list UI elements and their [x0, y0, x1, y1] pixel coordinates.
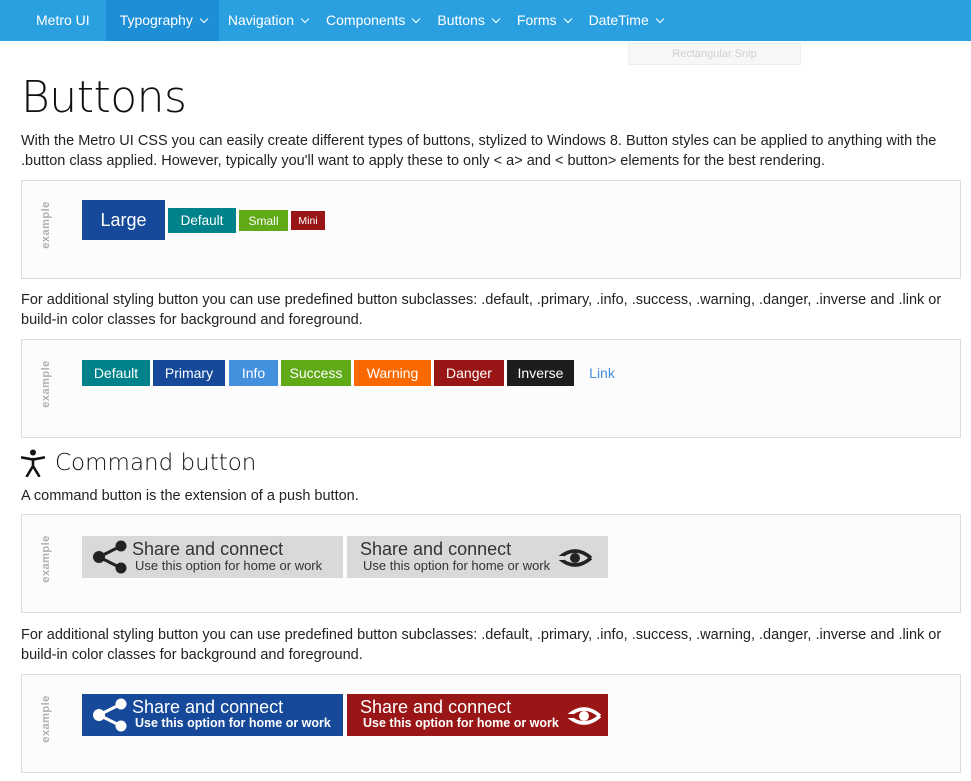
command-sub-label: Use this option for home or work	[135, 558, 323, 573]
example-label: example	[36, 340, 52, 437]
connect-icon	[565, 707, 601, 725]
link-button[interactable]: Link	[580, 360, 624, 386]
page-title: Buttons	[21, 72, 187, 123]
nav-item-label: Buttons	[437, 12, 485, 28]
example-box-styles: example Default Primary Info Success War…	[21, 339, 961, 438]
command-subclasses-paragraph: For additional styling button you can us…	[21, 627, 942, 663]
chevron-down-icon	[563, 14, 572, 23]
command-button-title: Command button	[55, 450, 257, 476]
nav-item-typography[interactable]: Typography	[105, 0, 219, 41]
subclasses-paragraph: For additional styling button you can us…	[21, 292, 942, 328]
chevron-down-icon	[491, 14, 501, 23]
share-icon	[93, 540, 127, 574]
command-text: Share and connect Use this option for ho…	[360, 539, 551, 573]
default-button[interactable]: Default	[82, 360, 150, 386]
nav-item-label: DateTime	[588, 12, 649, 28]
large-button[interactable]: Large	[82, 200, 165, 240]
example-label: example	[36, 515, 52, 612]
command-description: A command button is the extension of a p…	[21, 488, 359, 504]
top-navbar: Metro UI Typography Navigation Component…	[0, 0, 971, 41]
default-size-button[interactable]: Default	[168, 208, 236, 233]
command-button-share-gray[interactable]: Share and connect Use this option for ho…	[82, 536, 343, 578]
command-sub-label: Use this option for home or work	[363, 558, 551, 573]
command-main-label: Share and connect	[360, 539, 512, 559]
command-button-share-primary[interactable]: Share and connect Use this option for ho…	[82, 694, 343, 736]
primary-button[interactable]: Primary	[153, 360, 225, 386]
nav-item-navigation[interactable]: Navigation	[219, 0, 317, 41]
chevron-down-icon	[300, 14, 310, 23]
command-button-heading: Command button	[21, 449, 256, 477]
example-label: example	[36, 181, 52, 278]
command-button-connect-gray[interactable]: Share and connect Use this option for ho…	[347, 536, 608, 578]
nav-item-components[interactable]: Components	[317, 0, 428, 41]
nav-item-forms[interactable]: Forms	[508, 0, 580, 41]
warning-button[interactable]: Warning	[354, 360, 431, 386]
example-label-text: example	[40, 201, 52, 249]
command-button-connect-danger[interactable]: Share and connect Use this option for ho…	[347, 694, 608, 736]
example-label: example	[36, 675, 52, 772]
intro-paragraph: With the Metro UI CSS you can easily cre…	[21, 133, 937, 169]
connect-icon	[557, 549, 593, 567]
accessibility-person-icon	[21, 449, 45, 477]
danger-button[interactable]: Danger	[434, 360, 504, 386]
info-button[interactable]: Info	[229, 360, 278, 386]
example-box-command-gray: example Share and connect Use this optio…	[21, 514, 961, 613]
nav-item-label: Components	[326, 12, 406, 28]
inverse-button[interactable]: Inverse	[507, 360, 574, 386]
nav-item-buttons[interactable]: Buttons	[428, 0, 507, 41]
success-button[interactable]: Success	[281, 360, 351, 386]
chevron-down-icon	[655, 14, 664, 23]
small-button[interactable]: Small	[239, 210, 288, 231]
command-text: Share and connect Use this option for ho…	[132, 539, 323, 573]
nav-item-label: Forms	[516, 12, 557, 28]
share-icon	[93, 698, 127, 732]
command-text: Share and connect Use this option for ho…	[360, 697, 559, 731]
command-main-label: Share and connect	[132, 539, 284, 559]
nav-item-datetime[interactable]: DateTime	[580, 0, 672, 41]
nav-item-label: Typography	[119, 12, 193, 28]
command-sub-label: Use this option for home or work	[363, 716, 559, 730]
example-box-sizes: example Large Default Small Mini	[21, 180, 961, 279]
chevron-down-icon	[412, 14, 421, 23]
nav-brand[interactable]: Metro UI	[0, 0, 106, 41]
example-label-text: example	[40, 695, 52, 743]
nav-item-label: Navigation	[227, 12, 295, 28]
example-box-command-colored: example Share and connect Use this optio…	[21, 674, 961, 773]
mini-button[interactable]: Mini	[291, 211, 325, 230]
example-label-text: example	[40, 360, 52, 408]
rectangular-snip-overlay[interactable]: Rectangular Snip	[628, 43, 801, 65]
command-main-label: Share and connect	[132, 697, 284, 717]
command-text: Share and connect Use this option for ho…	[132, 697, 331, 731]
chevron-down-icon	[199, 14, 209, 23]
command-main-label: Share and connect	[360, 697, 512, 717]
command-sub-label: Use this option for home or work	[135, 716, 331, 730]
example-label-text: example	[40, 535, 52, 583]
